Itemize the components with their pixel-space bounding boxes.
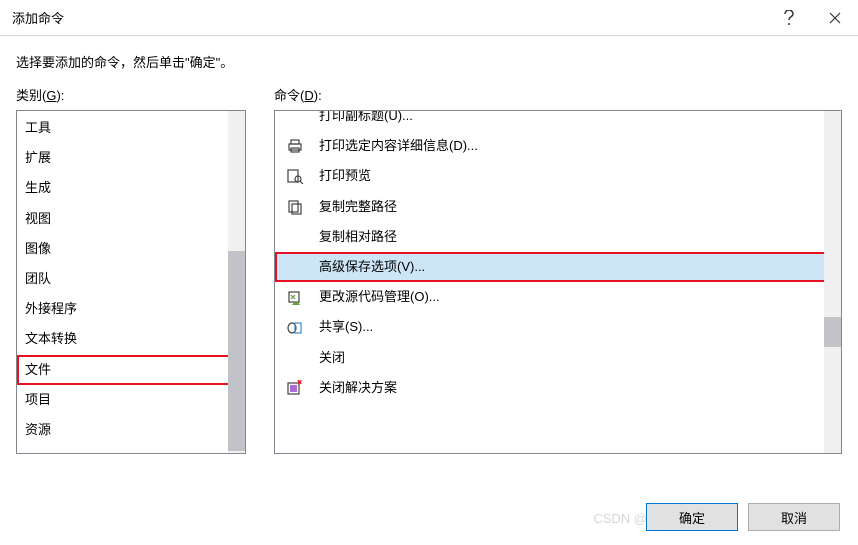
category-item[interactable]: 视图 (17, 204, 245, 234)
commands-label: 命令(D): (274, 85, 842, 104)
command-item-label: 更改源代码管理(O)... (315, 288, 835, 306)
category-label: 类别(G): (16, 85, 246, 104)
category-scrollbar-thumb[interactable] (228, 251, 245, 451)
category-item[interactable]: 项目 (17, 385, 245, 415)
copy-icon (285, 198, 305, 216)
blank-icon (285, 110, 305, 125)
preview-icon (285, 167, 305, 185)
category-item[interactable]: 外接程序 (17, 294, 245, 324)
command-item[interactable]: 共享(S)... (275, 312, 841, 342)
commands-scrollbar-thumb[interactable] (824, 317, 841, 347)
command-item[interactable]: 复制完整路径 (275, 192, 841, 222)
command-item[interactable]: 打印预览 (275, 161, 841, 191)
blank-icon (285, 258, 305, 276)
command-item-label: 关闭解决方案 (315, 379, 835, 397)
category-item[interactable]: 文本转换 (17, 324, 245, 354)
cancel-button[interactable]: 取消 (748, 503, 840, 531)
command-item[interactable]: 打印副标题(U)... (275, 110, 841, 131)
command-item-label: 共享(S)... (315, 318, 835, 336)
dialog-footer: 确定 取消 (646, 503, 840, 531)
commands-scrollbar[interactable] (824, 111, 841, 453)
dialog-content: 选择要添加的命令，然后单击"确定"。 类别(G): 工具扩展生成视图图像团队外接… (0, 36, 858, 462)
close-button[interactable] (812, 0, 858, 36)
dialog-title: 添加命令 (12, 8, 766, 27)
category-item[interactable]: 团队 (17, 264, 245, 294)
category-item[interactable]: 工具 (17, 113, 245, 143)
command-item-label: 打印选定内容详细信息(D)... (315, 137, 835, 155)
category-item[interactable]: 图像 (17, 234, 245, 264)
blank-icon (285, 349, 305, 367)
command-item[interactable]: 关闭 (275, 343, 841, 373)
commands-listbox[interactable]: 打印副标题(U)... 打印选定内容详细信息(D)... 打印预览复制完整路径复制相… (274, 110, 842, 454)
titlebar: 添加命令 (0, 0, 858, 36)
command-item-label: 高级保存选项(V)... (315, 258, 835, 276)
command-item[interactable]: 打印选定内容详细信息(D)... (275, 131, 841, 161)
command-item[interactable]: 复制相对路径 (275, 222, 841, 252)
category-listbox[interactable]: 工具扩展生成视图图像团队外接程序文本转换文件项目资源 (16, 110, 246, 454)
instruction-text: 选择要添加的命令，然后单击"确定"。 (16, 52, 842, 71)
share-icon (285, 318, 305, 336)
command-item-label: 打印预览 (315, 167, 835, 185)
command-item-label: 关闭 (315, 349, 835, 367)
command-item[interactable]: 更改源代码管理(O)... (275, 282, 841, 312)
scm-icon (285, 288, 305, 306)
command-item[interactable]: 关闭解决方案 (275, 373, 841, 403)
close-sln-icon (285, 379, 305, 397)
command-item-label: 复制完整路径 (315, 198, 835, 216)
category-item[interactable]: 扩展 (17, 143, 245, 173)
category-item[interactable]: 资源 (17, 415, 245, 445)
category-scrollbar[interactable] (228, 111, 245, 453)
blank-icon (285, 228, 305, 246)
print-icon (285, 137, 305, 155)
ok-button[interactable]: 确定 (646, 503, 738, 531)
command-item[interactable]: 高级保存选项(V)... (275, 252, 841, 282)
command-item-label: 复制相对路径 (315, 228, 835, 246)
category-item[interactable]: 生成 (17, 173, 245, 203)
help-button[interactable] (766, 0, 812, 36)
category-item[interactable]: 文件 (17, 355, 245, 385)
command-item-label: 打印副标题(U)... (315, 110, 835, 125)
